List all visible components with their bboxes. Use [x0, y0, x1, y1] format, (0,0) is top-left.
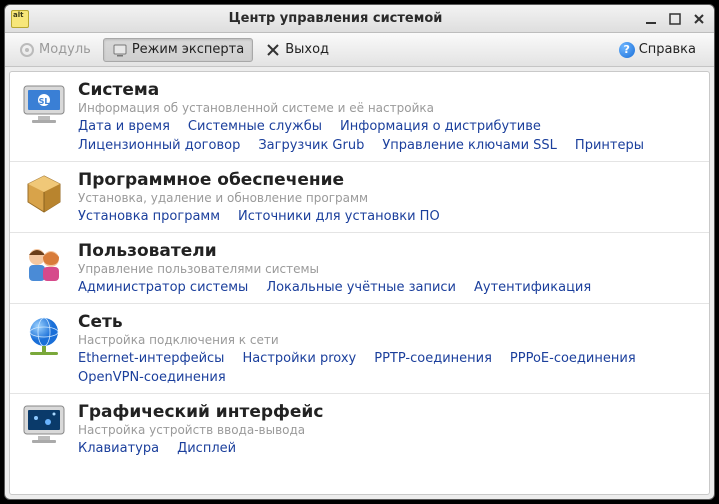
svg-text:SL: SL: [39, 97, 50, 106]
exit-label: Выход: [285, 42, 329, 57]
section-users: Пользователи Управление пользователями с…: [10, 233, 709, 304]
section-title: Пользователи: [78, 241, 699, 261]
software-icon: [20, 170, 68, 218]
help-label: Справка: [639, 42, 696, 57]
graphical-icon: [20, 402, 68, 450]
window-title: Центр управления системой: [35, 11, 636, 26]
network-icon: [20, 312, 68, 360]
link-system-services[interactable]: Системные службы: [188, 119, 322, 134]
expert-mode-icon: [112, 42, 128, 58]
exit-button[interactable]: Выход: [257, 39, 337, 61]
system-icon: SL: [20, 80, 68, 128]
module-icon: [19, 42, 35, 58]
help-button[interactable]: ? Справка: [611, 39, 704, 61]
expert-mode-label: Режим эксперта: [132, 42, 244, 57]
link-ssl-keys[interactable]: Управление ключами SSL: [382, 138, 557, 153]
link-install-software[interactable]: Установка программ: [78, 209, 220, 224]
section-title: Система: [78, 80, 699, 100]
section-desc: Управление пользователями системы: [78, 262, 699, 276]
link-auth[interactable]: Аутентификация: [474, 280, 591, 295]
maximize-icon: [669, 13, 681, 25]
link-software-sources[interactable]: Источники для установки ПО: [238, 209, 440, 224]
link-printers[interactable]: Принтеры: [575, 138, 644, 153]
titlebar[interactable]: alt Центр управления системой: [5, 5, 714, 33]
section-graphical: Графический интерфейс Настройка устройст…: [10, 394, 709, 464]
link-date-time[interactable]: Дата и время: [78, 119, 170, 134]
section-links: Администратор системы Локальные учётные …: [78, 280, 699, 295]
users-icon: [20, 241, 68, 289]
link-pptp[interactable]: PPTP-соединения: [374, 351, 492, 366]
section-title: Графический интерфейс: [78, 402, 699, 422]
section-title: Программное обеспечение: [78, 170, 699, 190]
section-links: Ethernet-интерфейсы Настройки proxy PPTP…: [78, 351, 699, 385]
section-desc: Информация об установленной системе и её…: [78, 101, 699, 115]
minimize-button[interactable]: [642, 10, 660, 28]
maximize-button[interactable]: [666, 10, 684, 28]
link-proxy[interactable]: Настройки proxy: [242, 351, 356, 366]
toolbar: Модуль Режим эксперта Выход ? Справка: [5, 33, 714, 67]
app-icon: alt: [11, 10, 29, 28]
link-admin[interactable]: Администратор системы: [78, 280, 248, 295]
expert-mode-button[interactable]: Режим эксперта: [103, 38, 253, 62]
section-desc: Настройка устройств ввода-вывода: [78, 423, 699, 437]
help-icon: ?: [619, 42, 635, 58]
section-desc: Настройка подключения к сети: [78, 333, 699, 347]
link-license[interactable]: Лицензионный договор: [78, 138, 240, 153]
section-links: Установка программ Источники для установ…: [78, 209, 699, 224]
link-pppoe[interactable]: PPPoE-соединения: [510, 351, 636, 366]
section-links: Дата и время Системные службы Информация…: [78, 119, 699, 153]
close-icon: [693, 13, 705, 25]
link-keyboard[interactable]: Клавиатура: [78, 441, 159, 456]
link-openvpn[interactable]: OpenVPN-соединения: [78, 370, 226, 385]
module-label: Модуль: [39, 42, 91, 57]
module-button: Модуль: [11, 39, 99, 61]
exit-icon: [265, 42, 281, 58]
content-area[interactable]: SL Система Информация об установленной с…: [9, 71, 710, 495]
section-network: Сеть Настройка подключения к сети Ethern…: [10, 304, 709, 394]
link-local-accounts[interactable]: Локальные учётные записи: [266, 280, 456, 295]
minimize-icon: [645, 13, 657, 25]
section-system: SL Система Информация об установленной с…: [10, 72, 709, 162]
link-display[interactable]: Дисплей: [177, 441, 236, 456]
window-frame: alt Центр управления системой Модуль Реж…: [4, 4, 715, 500]
section-links: Клавиатура Дисплей: [78, 441, 699, 456]
link-ethernet[interactable]: Ethernet-интерфейсы: [78, 351, 224, 366]
link-distro-info[interactable]: Информация о дистрибутиве: [340, 119, 541, 134]
section-desc: Установка, удаление и обновление програм…: [78, 191, 699, 205]
section-title: Сеть: [78, 312, 699, 332]
link-grub[interactable]: Загрузчик Grub: [258, 138, 364, 153]
section-software: Программное обеспечение Установка, удале…: [10, 162, 709, 233]
close-button[interactable]: [690, 10, 708, 28]
